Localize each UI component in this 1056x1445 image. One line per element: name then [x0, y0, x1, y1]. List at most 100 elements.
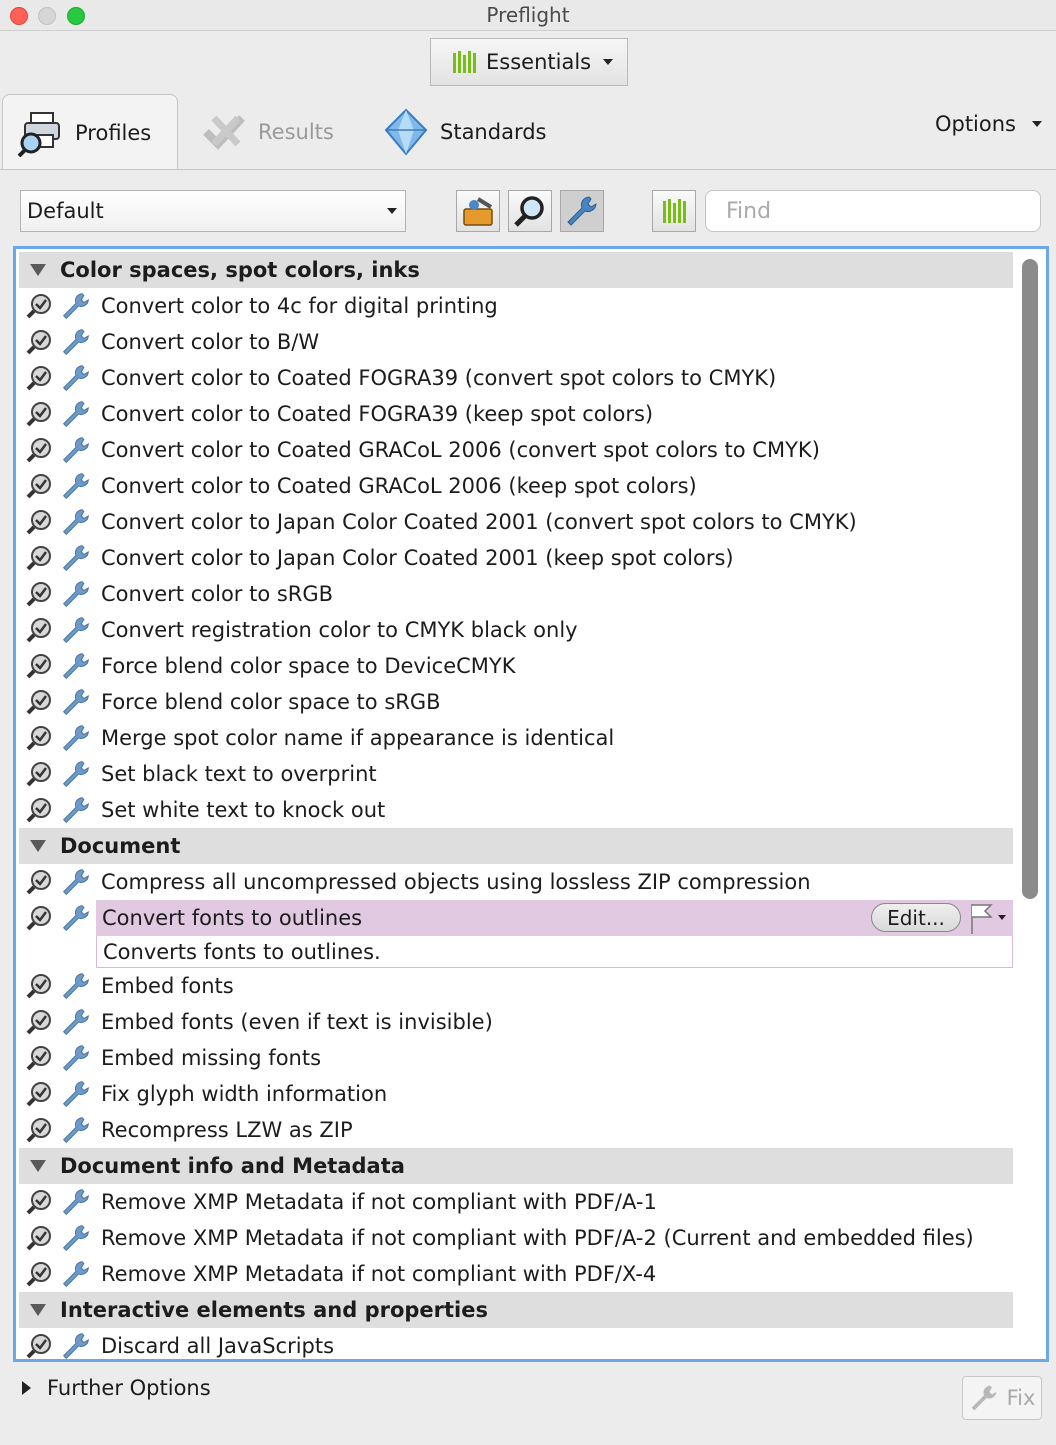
fixup-row[interactable]: Set black text to overprint [19, 756, 1013, 792]
fixup-row[interactable]: Remove XMP Metadata if not compliant wit… [19, 1184, 1013, 1220]
disclosure-triangle-icon[interactable] [30, 264, 46, 276]
check-magnifier-icon [26, 1082, 51, 1107]
group-header[interactable]: Color spaces, spot colors, inks [19, 252, 1013, 288]
fixup-row[interactable]: Convert color to B/W [19, 324, 1013, 360]
wrench-icon [63, 509, 89, 535]
fixup-row[interactable]: Force blend color space to DeviceCMYK [19, 648, 1013, 684]
tab-bar: Profiles Results Standards Options [0, 94, 1056, 170]
fixup-row[interactable]: Merge spot color name if appearance is i… [19, 720, 1013, 756]
fixup-row[interactable]: Remove XMP Metadata if not compliant wit… [19, 1220, 1013, 1256]
fixup-label: Remove XMP Metadata if not compliant wit… [101, 1226, 974, 1250]
check-magnifier-icon [26, 1226, 51, 1251]
options-menu[interactable]: Options [935, 112, 1042, 136]
show-fixups-button[interactable] [560, 190, 604, 232]
group-header[interactable]: Interactive elements and properties [19, 1292, 1013, 1328]
fixup-row-selected[interactable]: Convert fonts to outlines Edit... [19, 900, 1013, 936]
fixup-label: Convert color to sRGB [101, 582, 334, 606]
check-magnifier-icon [26, 870, 51, 895]
show-essentials-button[interactable] [652, 190, 696, 232]
fixup-row[interactable]: Convert color to sRGB [19, 576, 1013, 612]
fixup-row[interactable]: Discard all JavaScripts [19, 1328, 1013, 1359]
wrench-icon [63, 1009, 89, 1035]
wrench-icon [63, 797, 89, 823]
check-magnifier-icon [26, 726, 51, 751]
wrench-icon [63, 725, 89, 751]
wrench-icon [63, 905, 89, 931]
fixup-row[interactable]: Set white text to knock out [19, 792, 1013, 828]
check-magnifier-icon [26, 618, 51, 643]
check-magnifier-icon [26, 798, 51, 823]
tab-standards[interactable]: Standards [382, 94, 546, 170]
group-header[interactable]: Document info and Metadata [19, 1148, 1013, 1184]
standards-diamond-icon [382, 108, 430, 156]
fixup-row[interactable]: Fix glyph width information [19, 1076, 1013, 1112]
fixup-row[interactable]: Remove XMP Metadata if not compliant wit… [19, 1256, 1013, 1292]
check-magnifier-icon [26, 1262, 51, 1287]
show-checks-button[interactable] [508, 190, 552, 232]
check-magnifier-icon [26, 330, 51, 355]
scrollbar-thumb[interactable] [1022, 259, 1038, 899]
fixup-label: Convert color to Japan Color Coated 2001… [101, 546, 734, 570]
fixup-row[interactable]: Convert color to Coated FOGRA39 (keep sp… [19, 396, 1013, 432]
fixup-row[interactable]: Convert color to Japan Color Coated 2001… [19, 504, 1013, 540]
fixup-row[interactable]: Compress all uncompressed objects using … [19, 864, 1013, 900]
disclosure-triangle-icon[interactable] [30, 840, 46, 852]
tab-profiles[interactable]: Profiles [2, 94, 178, 170]
edit-button[interactable]: Edit... [871, 903, 961, 932]
group-title: Document info and Metadata [60, 1154, 405, 1178]
chevron-down-icon [387, 208, 397, 214]
fixup-label: Discard all JavaScripts [101, 1334, 335, 1358]
fixup-row[interactable]: Convert color to Japan Color Coated 2001… [19, 540, 1013, 576]
check-magnifier-icon [26, 438, 51, 463]
fixup-description: Converts fonts to outlines. [96, 936, 1013, 968]
fixup-label: Force blend color space to sRGB [101, 690, 441, 714]
wrench-icon [63, 617, 89, 643]
fixup-row[interactable]: Convert color to 4c for digital printing [19, 288, 1013, 324]
check-magnifier-icon [26, 1334, 51, 1359]
options-label: Options [934, 112, 1016, 136]
wrench-icon [63, 689, 89, 715]
bars-icon [662, 199, 686, 223]
wrench-icon [63, 473, 89, 499]
fixup-label: Convert color to B/W [101, 330, 320, 354]
fix-label: Fix [1006, 1386, 1036, 1410]
find-input[interactable]: Find [705, 190, 1041, 232]
chevron-down-icon [1032, 121, 1042, 127]
printer-magnifier-icon [17, 109, 65, 157]
show-all-profiles-button[interactable] [456, 190, 500, 232]
fixup-label: Remove XMP Metadata if not compliant wit… [101, 1190, 657, 1214]
fixup-label: Merge spot color name if appearance is i… [101, 726, 615, 750]
bars-icon [453, 51, 476, 73]
flag-menu-button[interactable] [969, 902, 1009, 934]
disclosure-triangle-icon[interactable] [30, 1304, 46, 1316]
profile-library-select[interactable]: Default [20, 190, 406, 232]
fix-button[interactable]: Fix [962, 1376, 1042, 1420]
further-options-disclosure[interactable]: Further Options [22, 1376, 211, 1400]
wrench-icon [567, 196, 597, 226]
fixup-row[interactable]: Force blend color space to sRGB [19, 684, 1013, 720]
wrench-icon [63, 329, 89, 355]
title-bar: Preflight [0, 0, 1056, 31]
tab-standards-label: Standards [440, 120, 547, 144]
check-magnifier-icon [26, 1118, 51, 1143]
fixup-row[interactable]: Embed fonts (even if text is invisible) [19, 1004, 1013, 1040]
disclosure-triangle-icon [22, 1381, 31, 1395]
wrench-icon [63, 437, 89, 463]
fixup-row[interactable]: Convert color to Coated FOGRA39 (convert… [19, 360, 1013, 396]
fixup-row[interactable]: Embed fonts [19, 968, 1013, 1004]
wrench-icon [63, 973, 89, 999]
fixup-row[interactable]: Embed missing fonts [19, 1040, 1013, 1076]
fixup-row[interactable]: Recompress LZW as ZIP [19, 1112, 1013, 1148]
fixup-row[interactable]: Convert registration color to CMYK black… [19, 612, 1013, 648]
wrench-icon [63, 1045, 89, 1071]
disclosure-triangle-icon[interactable] [30, 1160, 46, 1172]
wrench-icon [63, 1261, 89, 1287]
tab-results[interactable]: Results [200, 94, 334, 170]
check-magnifier-icon [26, 402, 51, 427]
group-header[interactable]: Document [19, 828, 1013, 864]
workspace-dropdown[interactable]: Essentials [430, 38, 628, 86]
fixup-row[interactable]: Convert color to Coated GRACoL 2006 (con… [19, 432, 1013, 468]
fixup-label: Fix glyph width information [101, 1082, 388, 1106]
fixup-label: Set black text to overprint [101, 762, 377, 786]
fixup-row[interactable]: Convert color to Coated GRACoL 2006 (kee… [19, 468, 1013, 504]
